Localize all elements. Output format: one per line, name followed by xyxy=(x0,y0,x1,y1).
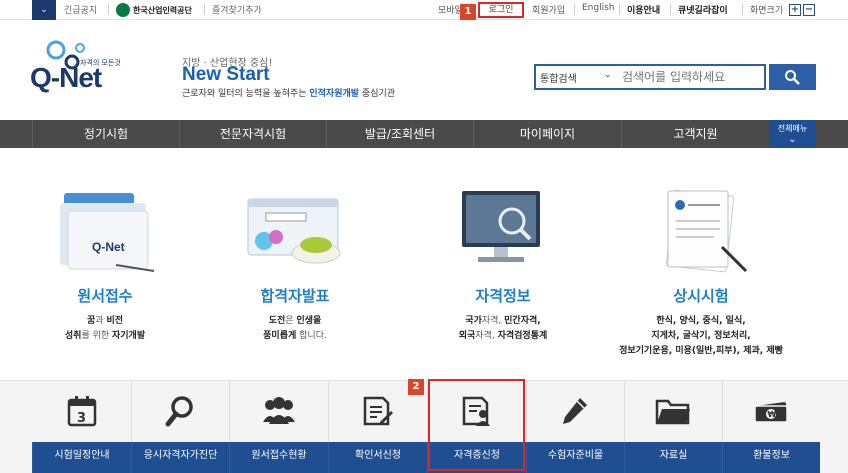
nav-item-issuance-center[interactable]: 발급/조회센터 xyxy=(326,120,473,148)
browser-window-icon xyxy=(240,185,350,277)
quick-exam-supplies[interactable]: 수험자준비물 xyxy=(526,381,624,473)
feature-desc-line: 한식, 양식, 중식, 일식, xyxy=(656,316,746,326)
divider xyxy=(574,4,575,15)
nav-item-customer-support[interactable]: 고객지원 xyxy=(621,120,769,148)
quick-label: 자료실 xyxy=(624,442,722,473)
feature-desc-line: 지게차, 굴삭기, 정보처리, xyxy=(651,331,751,341)
folder-icon: Q-Net xyxy=(50,185,160,277)
feature-application[interactable]: Q-Net 원서접수 꿈과 비전 성취를 위한 자기개발 xyxy=(10,185,200,344)
nav-item-professional-exam[interactable]: 전문자격시험 xyxy=(179,120,326,148)
feature-desc-line: 국가자격, 민간자격, xyxy=(465,316,541,326)
slogan-description: 근로자와 일터의 능력을 높혀주는 인적자원개발 중심기관 xyxy=(182,89,396,99)
search-box: 통합검색 ⌄ xyxy=(534,64,766,90)
feature-anytime-exam[interactable]: 상시시험 한식, 양식, 중식, 일식, 지게차, 굴삭기, 정보처리, 정보기… xyxy=(606,185,796,359)
hrdk-emblem-icon xyxy=(116,3,130,17)
nav-item-mypage[interactable]: 마이페이지 xyxy=(473,120,621,148)
feature-pass-announcement[interactable]: 합격자발표 도전은 인생을 풍미롭게 합니다. xyxy=(200,185,390,344)
usage-guide-link[interactable]: 이용안내 xyxy=(627,3,660,16)
quick-label: 원서접수현황 xyxy=(229,442,328,473)
people-icon xyxy=(229,391,328,431)
all-menu-label: 전체메뉴 xyxy=(777,124,808,133)
login-link[interactable]: 로그인 xyxy=(478,2,524,18)
chevron-down-icon[interactable]: ⌄ xyxy=(604,70,612,80)
feature-title: 합격자발표 xyxy=(260,287,330,305)
quick-label: 응시자격자가진단 xyxy=(131,442,229,473)
signup-link[interactable]: 회원가입 xyxy=(532,3,565,16)
quick-resources[interactable]: 자료실 xyxy=(624,381,722,473)
feature-desc-line: 풍미롭게 합니다. xyxy=(263,331,327,341)
highlight-frame xyxy=(428,379,525,471)
main-navigation: 정기시험 전문자격시험 발급/조회센터 마이페이지 고객지원 xyxy=(0,120,848,148)
feature-title: 원서접수 xyxy=(77,287,133,305)
emergency-notice-link[interactable]: 긴급공지 xyxy=(64,3,97,16)
quick-label: 수험자준비물 xyxy=(526,442,624,473)
hrdk-org-name: 한국산업인력공단 xyxy=(133,5,192,15)
step-badge-2: 2 xyxy=(408,379,424,395)
quick-eligibility-check[interactable]: 응시자격자가진단 xyxy=(131,381,229,473)
search-scope-select[interactable]: 통합검색 xyxy=(540,70,577,85)
slogan-headline: New Start xyxy=(182,64,270,85)
feature-desc-line: 성취를 위한 자기개발 xyxy=(64,331,146,341)
feature-title: 상시시험 xyxy=(673,287,729,305)
pencil-icon xyxy=(526,391,624,431)
calendar-icon: 3 xyxy=(32,391,131,431)
feature-desc-line: 도전은 인생을 xyxy=(268,316,322,326)
bookmark-link[interactable]: 즐겨찾기추가 xyxy=(212,3,262,16)
feature-desc-line: 정보기기운용, 미용(일반,피부), 제과, 제빵 xyxy=(619,346,783,356)
quick-label: 환불정보 xyxy=(722,442,820,473)
divider xyxy=(619,4,620,15)
qnet-guide-link[interactable]: 큐넷길라잡이 xyxy=(678,3,728,16)
divider xyxy=(108,4,109,15)
logo-text: Q-Net xyxy=(30,62,102,93)
chevron-down-icon: ⌄ xyxy=(788,134,797,145)
svg-text:Q-Net: Q-Net xyxy=(92,240,125,254)
form-pen-icon xyxy=(328,391,427,431)
step-badge-1: 1 xyxy=(460,4,476,20)
top-utility-bar: ⌄ 긴급공지 한국산업인력공단 즐겨찾기추가 모바일 로그인 회원가입 Engl… xyxy=(0,0,848,20)
zoom-label: 화면크기 xyxy=(750,6,784,16)
money-icon: ₩ xyxy=(722,391,820,431)
feature-desc-line: 외국자격, 자격검정통계 xyxy=(458,331,548,341)
folder-icon xyxy=(624,391,722,431)
divider xyxy=(670,4,671,15)
divider xyxy=(742,4,743,15)
quick-application-status[interactable]: 원서접수현황 xyxy=(229,381,328,473)
svg-text:3: 3 xyxy=(77,411,86,426)
zoom-out-button[interactable]: − xyxy=(803,4,815,16)
certificate-document-icon xyxy=(646,185,756,277)
feature-desc-line: 꿈과 비전 xyxy=(87,316,123,326)
qnet-logo[interactable]: 자격의 모든것 Q-Net xyxy=(30,40,150,104)
all-menu-button[interactable]: 전체메뉴 ⌄ xyxy=(769,120,816,148)
zoom-in-button[interactable]: + xyxy=(789,4,801,16)
search-button[interactable] xyxy=(769,64,816,90)
feature-title: 자격정보 xyxy=(475,287,531,305)
magnifier-icon xyxy=(131,391,229,431)
search-icon xyxy=(785,70,800,85)
svg-text:₩: ₩ xyxy=(768,410,777,419)
notice-toggle-button[interactable]: ⌄ xyxy=(32,0,56,20)
nav-item-regular-exam[interactable]: 정기시험 xyxy=(32,120,179,148)
quick-refund-info[interactable]: ₩ 환불정보 xyxy=(722,381,820,473)
search-input[interactable] xyxy=(622,69,762,85)
hrdk-logo[interactable]: 한국산업인력공단 xyxy=(116,2,192,18)
quick-exam-schedule[interactable]: 3 시험일정안내 xyxy=(32,381,131,473)
feature-qualification-info[interactable]: 자격정보 국가자격, 민간자격, 외국자격, 자격검정통계 xyxy=(408,185,598,344)
english-link[interactable]: English xyxy=(582,3,615,13)
quick-label: 시험일정안내 xyxy=(32,442,131,473)
monitor-magnifier-icon xyxy=(448,185,558,277)
divider xyxy=(204,4,205,15)
quick-label: 확인서신청 xyxy=(328,442,427,473)
